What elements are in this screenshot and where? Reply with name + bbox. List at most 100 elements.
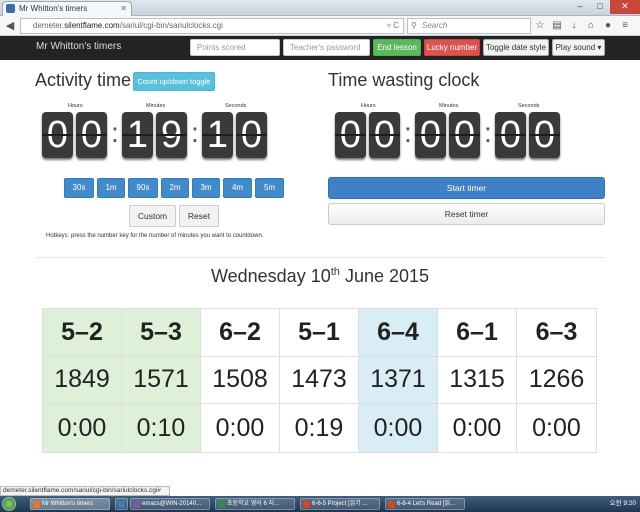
taskbar-item[interactable]: Mr Whitton's timers [30, 498, 110, 510]
url-path: /sariul/cgi-bin/sariulclocks.cgi [119, 21, 223, 30]
reset-activity-button[interactable]: Reset [179, 205, 219, 227]
reset-timer-button[interactable]: Reset timer [328, 203, 605, 225]
class-name-cell[interactable]: 5–2 [43, 309, 122, 357]
quick-time-1m-button[interactable]: 1m [97, 178, 125, 198]
class-points-cell: 1571 [122, 356, 201, 405]
class-points-cell: 1371 [359, 356, 438, 405]
lucky-number-button[interactable]: Lucky number [424, 39, 480, 56]
browser-nav-bar: ◀ demeter.silentflame.com/sariul/cgi-bin… [0, 16, 640, 36]
bookmark-star-icon[interactable]: ☆ [534, 19, 546, 33]
class-name-cell[interactable]: 6–1 [438, 309, 517, 357]
wasting-digit-seconds-tens: 0 [495, 112, 526, 158]
wasting-hours-label: Hours [361, 103, 376, 109]
class-time-cell: 0:00 [43, 404, 122, 452]
quick-time-3m-button[interactable]: 3m [192, 178, 220, 198]
activity-digit-seconds-ones: 0 [236, 112, 267, 158]
taskbar-item[interactable]: emacs@WIN-20140... [130, 498, 210, 510]
browser-tab-bar: Mr Whitton's timers ✕ – □ ✕ [0, 0, 640, 16]
close-tab-icon[interactable]: ✕ [120, 2, 127, 15]
close-window-button[interactable]: ✕ [610, 0, 640, 14]
teacher-password-input[interactable]: Teacher's password [283, 39, 370, 56]
class-points-cell: 1315 [438, 356, 517, 405]
app-icon [133, 501, 140, 508]
url-prefix: demeter. [33, 21, 65, 30]
quick-time-2m-button[interactable]: 2m [161, 178, 189, 198]
quick-time-30s-button[interactable]: 30s [64, 178, 94, 198]
browser-toolbar: ☆ ▤ ↓ ⌂ ● ≡ [534, 19, 631, 33]
maximize-button[interactable]: □ [590, 0, 610, 14]
date-rest: June 2015 [344, 266, 430, 286]
class-time-cell: 0:10 [122, 404, 201, 452]
start-menu-icon[interactable] [2, 497, 16, 511]
taskbar-item-label: emacs@WIN-20140... [142, 501, 202, 507]
library-icon[interactable]: ▤ [551, 19, 563, 33]
search-placeholder: Search [422, 21, 448, 30]
teacher-password-placeholder: Teacher's password [290, 43, 361, 52]
hotkeys-hint: Hotkeys: press the number key for the nu… [46, 233, 264, 239]
menu-icon[interactable]: ≡ [619, 19, 631, 33]
activity-time-title: Activity time [35, 70, 132, 90]
taskbar-item-label: 6-6-4 Let's Read [읽... [397, 501, 456, 507]
taskbar-item[interactable]: 초등학교 영어 6 지... [215, 498, 295, 510]
app-icon [388, 501, 395, 508]
divider [36, 257, 605, 258]
activity-digit-seconds-tens: 1 [202, 112, 233, 158]
class-name-cell[interactable]: 5–1 [280, 309, 359, 357]
quick-time-4m-button[interactable]: 4m [223, 178, 252, 198]
class-name-cell[interactable]: 5–3 [122, 309, 201, 357]
chat-icon[interactable]: ● [602, 19, 614, 33]
app-brand[interactable]: Mr Whitton's timers [36, 41, 121, 52]
quick-time-5m-button[interactable]: 5m [255, 178, 284, 198]
quick-time-90s-button[interactable]: 90s [128, 178, 158, 198]
wasting-digit-minutes-ones: 0 [449, 112, 480, 158]
points-scored-input[interactable]: Points scored [190, 39, 280, 56]
class-name-cell[interactable]: 6–2 [201, 309, 280, 357]
start-timer-button[interactable]: Start timer [328, 177, 605, 199]
toggle-date-style-button[interactable]: Toggle date style [483, 39, 549, 56]
app-icon [118, 501, 125, 508]
current-date: Wednesday 10th June 2015 [0, 266, 640, 287]
custom-time-button[interactable]: Custom [129, 205, 176, 227]
browser-search-input[interactable]: ⚲ Search [407, 18, 531, 34]
taskbar-item-label: 6-6-5 Project [읽기 ... [312, 501, 368, 507]
class-points-cell: 1473 [280, 356, 359, 405]
class-time-cell: 0:00 [201, 404, 280, 452]
end-lesson-button[interactable]: End lesson [373, 39, 421, 56]
wasting-digit-hours-tens: 0 [335, 112, 366, 158]
wasting-minutes-label: Minutes [439, 103, 459, 109]
minimize-button[interactable]: – [570, 0, 590, 14]
time-wasting-clock-title: Time wasting clock [328, 70, 480, 90]
taskbar-item[interactable]: 6-6-4 Let's Read [읽... [385, 498, 465, 510]
class-name-cell[interactable]: 6–4 [359, 309, 438, 357]
activity-colon: : [111, 117, 119, 148]
reload-icon[interactable]: ▿ C [387, 19, 399, 33]
download-icon[interactable]: ↓ [568, 19, 580, 33]
points-scored-placeholder: Points scored [197, 43, 246, 52]
wasting-seconds-label: Seconds [518, 103, 540, 109]
activity-seconds-label: Seconds [225, 103, 247, 109]
browser-status-bar: demeter.silentflame.com/sariul/cgi-bin/s… [0, 486, 170, 496]
wasting-digit-seconds-ones: 0 [529, 112, 560, 158]
count-up-down-toggle-button[interactable]: Count up/down toggle [133, 72, 215, 91]
taskbar-item-label: Mr Whitton's timers [42, 501, 94, 507]
activity-digit-hours-ones: 0 [76, 112, 107, 158]
window-controls: – □ ✕ [570, 0, 640, 14]
back-arrow-icon[interactable]: ◀ [3, 19, 17, 33]
date-day: 10 [310, 266, 331, 286]
date-weekday: Wednesday [210, 266, 306, 286]
home-icon[interactable]: ⌂ [585, 19, 597, 33]
app-navbar: Mr Whitton's timers Points scored Teache… [0, 36, 640, 60]
url-host: silentflame.com [64, 21, 120, 30]
url-bar[interactable]: demeter.silentflame.com/sariul/cgi-bin/s… [20, 18, 404, 34]
date-suffix: th [330, 266, 340, 278]
browser-tab[interactable]: Mr Whitton's timers ✕ [2, 1, 132, 16]
play-sound-dropdown[interactable]: Play sound ▾ [552, 39, 605, 56]
taskbar-item[interactable]: 6-6-5 Project [읽기 ... [300, 498, 380, 510]
wasting-digit-minutes-tens: 0 [415, 112, 446, 158]
class-points-cell: 1508 [201, 356, 280, 405]
activity-digit-hours-tens: 0 [42, 112, 73, 158]
activity-colon: : [191, 117, 199, 148]
class-name-cell[interactable]: 6–3 [517, 309, 596, 357]
class-time-cell: 0:00 [359, 404, 438, 452]
taskbar-item[interactable] [115, 498, 128, 510]
